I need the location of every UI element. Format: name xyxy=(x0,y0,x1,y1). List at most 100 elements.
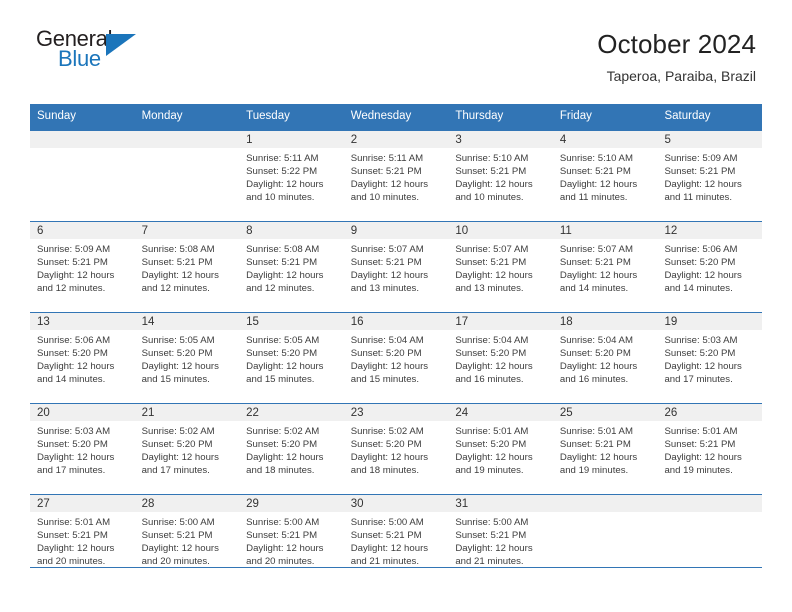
day-cell[interactable]: 26 Sunrise: 5:01 AM Sunset: 5:21 PM Dayl… xyxy=(657,403,763,494)
day-details: Sunrise: 5:04 AM Sunset: 5:20 PM Dayligh… xyxy=(448,330,553,393)
day-details: Sunrise: 5:06 AM Sunset: 5:20 PM Dayligh… xyxy=(657,239,762,302)
daylight-line-2: and 12 minutes. xyxy=(246,283,315,295)
day-cell[interactable]: 31 Sunrise: 5:00 AM Sunset: 5:21 PM Dayl… xyxy=(448,494,553,587)
day-cell[interactable]: 17 Sunrise: 5:04 AM Sunset: 5:20 PM Dayl… xyxy=(448,312,553,403)
daylight-line-2: and 17 minutes. xyxy=(141,465,210,477)
day-cell[interactable]: 4 Sunrise: 5:10 AM Sunset: 5:21 PM Dayli… xyxy=(552,130,658,221)
day-cell[interactable] xyxy=(134,130,240,221)
day-cell[interactable]: 19 Sunrise: 5:03 AM Sunset: 5:20 PM Dayl… xyxy=(657,312,763,403)
daylight-line-1: Daylight: 12 hours xyxy=(246,361,324,373)
day-cell[interactable] xyxy=(30,130,135,221)
sunset-line: Sunset: 5:20 PM xyxy=(559,347,631,359)
day-number: 22 xyxy=(239,403,344,421)
daylight-line-2: and 16 minutes. xyxy=(559,374,629,386)
day-cell[interactable]: 7 Sunrise: 5:08 AM Sunset: 5:21 PM Dayli… xyxy=(134,221,240,312)
day-cell[interactable]: 11 Sunrise: 5:07 AM Sunset: 5:21 PM Dayl… xyxy=(552,221,658,312)
day-cell[interactable]: 20 Sunrise: 5:03 AM Sunset: 5:20 PM Dayl… xyxy=(30,403,135,494)
daylight-line-1: Daylight: 12 hours xyxy=(455,179,533,191)
daylight-line-1: Daylight: 12 hours xyxy=(246,270,324,282)
sunrise-line: Sunrise: 5:05 AM xyxy=(246,334,320,346)
sunset-line: Sunset: 5:21 PM xyxy=(559,438,631,450)
daylight-line-1: Daylight: 12 hours xyxy=(350,543,429,555)
sunset-line: Sunset: 5:21 PM xyxy=(37,256,108,268)
title-block: October 2024 Taperoa, Paraiba, Brazil xyxy=(597,28,756,84)
day-cell[interactable]: 8 Sunrise: 5:08 AM Sunset: 5:21 PM Dayli… xyxy=(239,221,344,312)
day-cell[interactable]: 2 Sunrise: 5:11 AM Sunset: 5:21 PM Dayli… xyxy=(343,130,449,221)
day-details: Sunrise: 5:01 AM Sunset: 5:21 PM Dayligh… xyxy=(657,421,762,484)
day-details: Sunrise: 5:02 AM Sunset: 5:20 PM Dayligh… xyxy=(239,421,344,484)
day-cell[interactable] xyxy=(552,494,658,587)
day-cell[interactable]: 29 Sunrise: 5:00 AM Sunset: 5:21 PM Dayl… xyxy=(239,494,344,587)
day-details: Sunrise: 5:05 AM Sunset: 5:20 PM Dayligh… xyxy=(135,330,240,393)
daylight-line-2: and 13 minutes. xyxy=(455,283,524,295)
day-details: Sunrise: 5:05 AM Sunset: 5:20 PM Dayligh… xyxy=(239,330,344,393)
day-cell[interactable]: 9 Sunrise: 5:07 AM Sunset: 5:21 PM Dayli… xyxy=(343,221,449,312)
sunset-line: Sunset: 5:20 PM xyxy=(455,347,527,359)
day-cell[interactable]: 24 Sunrise: 5:01 AM Sunset: 5:20 PM Dayl… xyxy=(448,403,553,494)
weekday-header-saturday: Saturday xyxy=(664,110,711,122)
sunset-line: Sunset: 5:21 PM xyxy=(37,529,108,541)
day-cell[interactable]: 22 Sunrise: 5:02 AM Sunset: 5:20 PM Dayl… xyxy=(239,403,344,494)
day-details: Sunrise: 5:00 AM Sunset: 5:21 PM Dayligh… xyxy=(135,512,240,575)
day-number: 20 xyxy=(30,403,135,421)
sunrise-line: Sunrise: 5:08 AM xyxy=(246,243,320,255)
sunset-line: Sunset: 5:21 PM xyxy=(455,529,527,541)
day-cell[interactable]: 27 Sunrise: 5:01 AM Sunset: 5:21 PM Dayl… xyxy=(30,494,135,587)
daylight-line-2: and 14 minutes. xyxy=(664,283,733,295)
sunset-line: Sunset: 5:20 PM xyxy=(246,347,318,359)
daylight-line-1: Daylight: 12 hours xyxy=(455,543,533,555)
day-number: 31 xyxy=(448,494,553,512)
day-cell[interactable] xyxy=(657,494,763,587)
day-cell[interactable]: 13 Sunrise: 5:06 AM Sunset: 5:20 PM Dayl… xyxy=(30,312,135,403)
weekday-header-monday: Monday xyxy=(141,110,183,122)
daylight-line-2: and 19 minutes. xyxy=(664,465,733,477)
day-details: Sunrise: 5:00 AM Sunset: 5:21 PM Dayligh… xyxy=(239,512,344,575)
general-blue-logo[interactable]: General Blue xyxy=(36,28,146,76)
sunrise-line: Sunrise: 5:04 AM xyxy=(350,334,424,346)
day-number: 21 xyxy=(134,403,240,421)
daylight-line-2: and 19 minutes. xyxy=(559,465,629,477)
day-cell[interactable]: 21 Sunrise: 5:02 AM Sunset: 5:20 PM Dayl… xyxy=(134,403,240,494)
day-cell[interactable]: 3 Sunrise: 5:10 AM Sunset: 5:21 PM Dayli… xyxy=(448,130,553,221)
daylight-line-1: Daylight: 12 hours xyxy=(455,361,533,373)
day-details: Sunrise: 5:02 AM Sunset: 5:20 PM Dayligh… xyxy=(135,421,240,484)
day-details: Sunrise: 5:08 AM Sunset: 5:21 PM Dayligh… xyxy=(135,239,240,302)
daylight-line-2: and 18 minutes. xyxy=(350,465,420,477)
day-cell[interactable]: 25 Sunrise: 5:01 AM Sunset: 5:21 PM Dayl… xyxy=(552,403,658,494)
day-cell[interactable]: 16 Sunrise: 5:04 AM Sunset: 5:20 PM Dayl… xyxy=(343,312,449,403)
day-cell[interactable]: 6 Sunrise: 5:09 AM Sunset: 5:21 PM Dayli… xyxy=(30,221,135,312)
day-cell[interactable]: 28 Sunrise: 5:00 AM Sunset: 5:21 PM Dayl… xyxy=(134,494,240,587)
day-details: Sunrise: 5:01 AM Sunset: 5:21 PM Dayligh… xyxy=(553,421,658,484)
sunset-line: Sunset: 5:21 PM xyxy=(350,165,422,177)
daylight-line-1: Daylight: 12 hours xyxy=(141,361,219,373)
daylight-line-1: Daylight: 12 hours xyxy=(455,270,533,282)
sunset-line: Sunset: 5:21 PM xyxy=(664,438,736,450)
daylight-line-1: Daylight: 12 hours xyxy=(37,270,115,282)
day-number: 6 xyxy=(30,221,135,239)
daylight-line-2: and 17 minutes. xyxy=(37,465,106,477)
day-details: Sunrise: 5:04 AM Sunset: 5:20 PM Dayligh… xyxy=(344,330,449,393)
day-cell[interactable]: 14 Sunrise: 5:05 AM Sunset: 5:20 PM Dayl… xyxy=(134,312,240,403)
sunset-line: Sunset: 5:21 PM xyxy=(455,165,527,177)
day-cell[interactable]: 1 Sunrise: 5:11 AM Sunset: 5:22 PM Dayli… xyxy=(239,130,344,221)
day-cell[interactable]: 10 Sunrise: 5:07 AM Sunset: 5:21 PM Dayl… xyxy=(448,221,553,312)
daylight-line-2: and 10 minutes. xyxy=(350,192,420,204)
sunrise-line: Sunrise: 5:01 AM xyxy=(455,425,529,437)
daylight-line-1: Daylight: 12 hours xyxy=(37,543,115,555)
day-cell[interactable]: 12 Sunrise: 5:06 AM Sunset: 5:20 PM Dayl… xyxy=(657,221,763,312)
day-cell[interactable]: 23 Sunrise: 5:02 AM Sunset: 5:20 PM Dayl… xyxy=(343,403,449,494)
sunrise-line: Sunrise: 5:00 AM xyxy=(141,516,215,528)
sunrise-line: Sunrise: 5:05 AM xyxy=(141,334,215,346)
day-cell[interactable]: 15 Sunrise: 5:05 AM Sunset: 5:20 PM Dayl… xyxy=(239,312,344,403)
sunrise-line: Sunrise: 5:07 AM xyxy=(455,243,529,255)
sunset-line: Sunset: 5:20 PM xyxy=(350,438,422,450)
day-cell[interactable]: 18 Sunrise: 5:04 AM Sunset: 5:20 PM Dayl… xyxy=(552,312,658,403)
day-number: 19 xyxy=(657,312,763,330)
day-number: 10 xyxy=(448,221,553,239)
daylight-line-1: Daylight: 12 hours xyxy=(350,452,429,464)
day-cell[interactable]: 5 Sunrise: 5:09 AM Sunset: 5:21 PM Dayli… xyxy=(657,130,763,221)
day-cell[interactable]: 30 Sunrise: 5:00 AM Sunset: 5:21 PM Dayl… xyxy=(343,494,449,587)
day-details xyxy=(657,512,762,522)
sunrise-line: Sunrise: 5:02 AM xyxy=(350,425,424,437)
daylight-line-1: Daylight: 12 hours xyxy=(664,452,742,464)
